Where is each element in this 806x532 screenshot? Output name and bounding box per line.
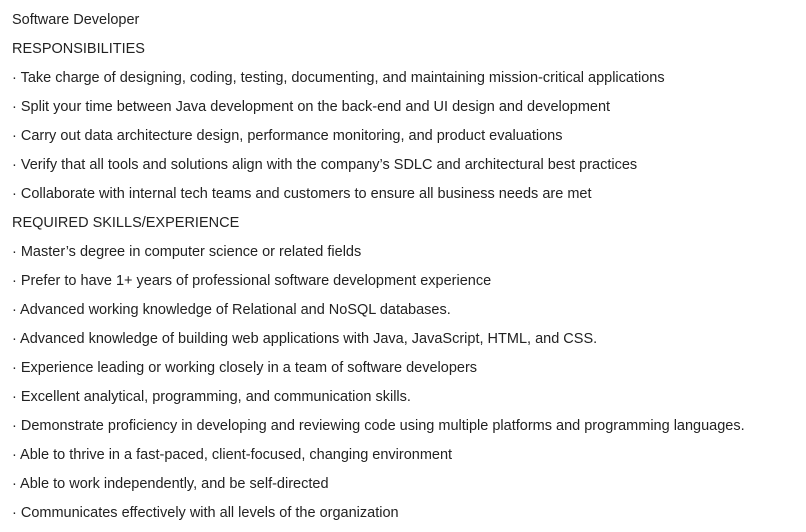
job-description: Software Developer RESPONSIBILITIES · Ta… [0, 0, 806, 528]
list-item: · Able to work independently, and be sel… [12, 476, 329, 492]
list-item: · Carry out data architecture design, pe… [12, 128, 563, 144]
list-item: · Communicates effectively with all leve… [12, 505, 399, 521]
section-heading: RESPONSIBILITIES [12, 41, 145, 57]
list-item: · Excellent analytical, programming, and… [12, 389, 411, 405]
list-item: · Advanced working knowledge of Relation… [12, 302, 451, 318]
list-item: · Prefer to have 1+ years of professiona… [12, 273, 492, 289]
responsibilities-section: RESPONSIBILITIES · Take charge of design… [12, 35, 806, 209]
list-item: · Able to thrive in a fast-paced, client… [12, 447, 453, 463]
list-item: · Master’s degree in computer science or… [12, 244, 362, 260]
required-skills-section: REQUIRED SKILLS/EXPERIENCE · Master’s de… [12, 209, 806, 528]
list-item: · Verify that all tools and solutions al… [12, 157, 638, 173]
section-heading: REQUIRED SKILLS/EXPERIENCE [12, 215, 240, 231]
list-item: · Collaborate with internal tech teams a… [12, 186, 592, 202]
list-item: · Split your time between Java developme… [12, 99, 611, 115]
list-item: · Take charge of designing, coding, test… [12, 70, 665, 86]
job-title: Software Developer [12, 12, 140, 28]
list-item: · Experience leading or working closely … [12, 360, 478, 376]
list-item: · Demonstrate proficiency in developing … [12, 418, 745, 434]
list-item: · Advanced knowledge of building web app… [12, 331, 598, 347]
